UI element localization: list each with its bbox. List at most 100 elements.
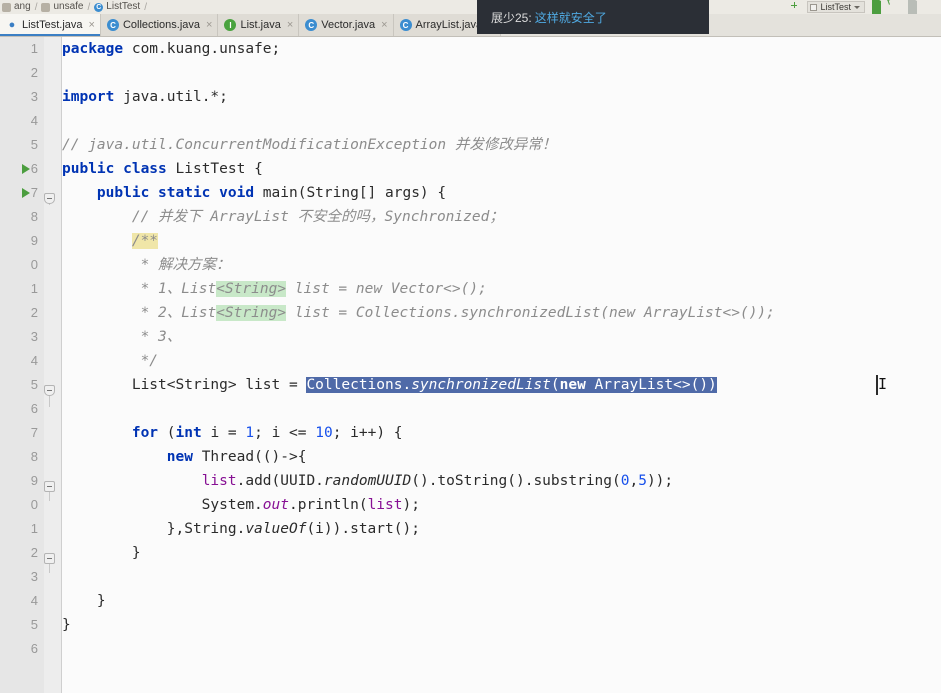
line-number: 9 [30, 233, 38, 248]
line-number: 2 [30, 545, 38, 560]
code-line-1[interactable]: package com.kuang.unsafe; [62, 37, 941, 61]
editor-gutter[interactable]: 1 2 3 4 5 6 7 8 9 0 1 2 3 4 5 6 7 8 λ 9 [0, 37, 68, 693]
line-number: 9 [30, 473, 38, 488]
code-line-10[interactable]: * 解决方案： [62, 253, 941, 277]
add-configuration-icon[interactable] [791, 2, 802, 13]
line-number: 1 [30, 521, 38, 536]
code-line-9[interactable]: /** [62, 229, 941, 253]
bullet-comment-overlay: 展少25: 这样就安全了 [477, 0, 709, 34]
fold-collapse-icon[interactable] [44, 193, 55, 204]
fold-collapse-icon[interactable] [44, 385, 55, 396]
fold-rail[interactable] [44, 37, 62, 693]
line-number: 2 [30, 305, 38, 320]
code-line-25[interactable]: } [62, 613, 941, 637]
run-toolbar: ListTest [791, 0, 941, 14]
close-icon[interactable]: × [287, 19, 293, 31]
tab-label: Vector.java [321, 19, 376, 31]
tab-collections-java[interactable]: C Collections.java × [100, 14, 219, 36]
fold-collapse-icon[interactable] [44, 481, 55, 492]
code-line-11[interactable]: * 1、List<String> list = new Vector<>(); [62, 277, 941, 301]
line-number: 0 [30, 257, 38, 272]
fold-collapse-icon[interactable] [44, 553, 55, 564]
code-line-24[interactable]: } [62, 589, 941, 613]
java-class-icon: C [106, 19, 119, 31]
code-editor[interactable]: 1 2 3 4 5 6 7 8 9 0 1 2 3 4 5 6 7 8 λ 9 [0, 37, 941, 693]
tab-vector-java[interactable]: C Vector.java × [299, 14, 394, 36]
line-number: 2 [30, 65, 38, 80]
code-line-2[interactable] [62, 61, 941, 85]
code-line-13[interactable]: * 3、 [62, 325, 941, 349]
code-line-5[interactable]: // java.util.ConcurrentModificationExcep… [62, 133, 941, 157]
run-configuration-selector[interactable]: ListTest [807, 1, 865, 13]
run-config-icon [810, 3, 818, 11]
line-number: 8 [30, 449, 38, 464]
code-line-14[interactable]: */ [62, 349, 941, 373]
line-number: 6 [30, 641, 38, 656]
mouse-cursor-ibeam: I [878, 375, 888, 393]
tab-label: Collections.java [122, 19, 201, 31]
chevron-down-icon [854, 5, 860, 9]
code-line-23[interactable] [62, 565, 941, 589]
run-button[interactable] [870, 0, 883, 14]
code-line-19[interactable]: list.add(UUID.randomUUID().toString().su… [62, 469, 941, 493]
tab-list-java[interactable]: I List.java × [218, 14, 300, 36]
breadcrumb-item-package[interactable]: ang [2, 0, 31, 14]
tab-listtest-java[interactable]: ● ListTest.java × [0, 14, 101, 36]
code-text-area[interactable]: package com.kuang.unsafe; import java.ut… [62, 37, 941, 693]
close-icon[interactable]: × [206, 19, 212, 31]
code-line-12[interactable]: * 2、List<String> list = Collections.sync… [62, 301, 941, 325]
close-icon[interactable]: × [89, 19, 95, 31]
java-class-icon: C [399, 19, 412, 31]
folder-icon [41, 2, 51, 12]
editor-tab-bar: ● ListTest.java × C Collections.java × I… [0, 14, 941, 37]
code-line-18[interactable]: new Thread(()->{ [62, 445, 941, 469]
code-line-6[interactable]: public class ListTest { [62, 157, 941, 181]
run-method-gutter-icon[interactable] [22, 188, 30, 198]
line-number: 7 [30, 185, 38, 200]
code-line-22[interactable]: } [62, 541, 941, 565]
line-number: 0 [30, 497, 38, 512]
breadcrumb: ang / unsafe / C ListTest / ListTest [0, 0, 941, 14]
line-number: 4 [30, 353, 38, 368]
code-line-8[interactable]: // 并发下 ArrayList 不安全的吗，Synchronized； [62, 205, 941, 229]
code-line-4[interactable] [62, 109, 941, 133]
debug-button[interactable] [888, 1, 901, 13]
bullet-comment-text: 这样就安全了 [534, 10, 607, 25]
run-class-gutter-icon[interactable] [22, 164, 30, 174]
coverage-button[interactable] [924, 1, 937, 13]
breadcrumb-item-listtest[interactable]: C ListTest [94, 0, 140, 14]
code-line-16[interactable] [62, 397, 941, 421]
code-line-26[interactable] [62, 637, 941, 661]
java-class-icon: C [305, 19, 318, 31]
tab-label: ListTest.java [22, 19, 83, 31]
breadcrumb-item-unsafe[interactable]: unsafe [41, 0, 84, 14]
line-number: 5 [30, 137, 38, 152]
line-number: 3 [30, 569, 38, 584]
tab-label: ArrayList.java [415, 19, 483, 31]
breadcrumb-separator: / [34, 1, 38, 13]
tab-label: List.java [240, 19, 281, 31]
code-line-15[interactable]: List<String> list = Collections.synchron… [62, 373, 941, 397]
code-line-17[interactable]: for (int i = 1; i <= 10; i++) { [62, 421, 941, 445]
line-number: 5 [30, 617, 38, 632]
line-number: 7 [30, 425, 38, 440]
run-config-label: ListTest [820, 2, 851, 12]
line-number: 1 [30, 281, 38, 296]
line-number: 5 [30, 377, 38, 392]
breadcrumb-label: ListTest [106, 1, 141, 12]
code-line-7[interactable]: public static void main(String[] args) { [62, 181, 941, 205]
code-line-20[interactable]: System.out.println(list); [62, 493, 941, 517]
bullet-comment-user: 展少25: [491, 10, 532, 25]
folder-icon [2, 2, 11, 12]
code-line-3[interactable]: import java.util.*; [62, 85, 941, 109]
line-number: 6 [30, 161, 38, 176]
line-number: 6 [30, 401, 38, 416]
code-line-21[interactable]: },String.valueOf(i)).start(); [62, 517, 941, 541]
java-interface-icon: I [224, 19, 237, 31]
breadcrumb-separator: / [87, 1, 91, 13]
close-icon[interactable]: × [381, 19, 387, 31]
breadcrumb-label: ang [14, 1, 31, 12]
line-number: 4 [30, 593, 38, 608]
line-number: 3 [30, 329, 38, 344]
idea-window: ang / unsafe / C ListTest / ListTest ● L… [0, 0, 941, 693]
